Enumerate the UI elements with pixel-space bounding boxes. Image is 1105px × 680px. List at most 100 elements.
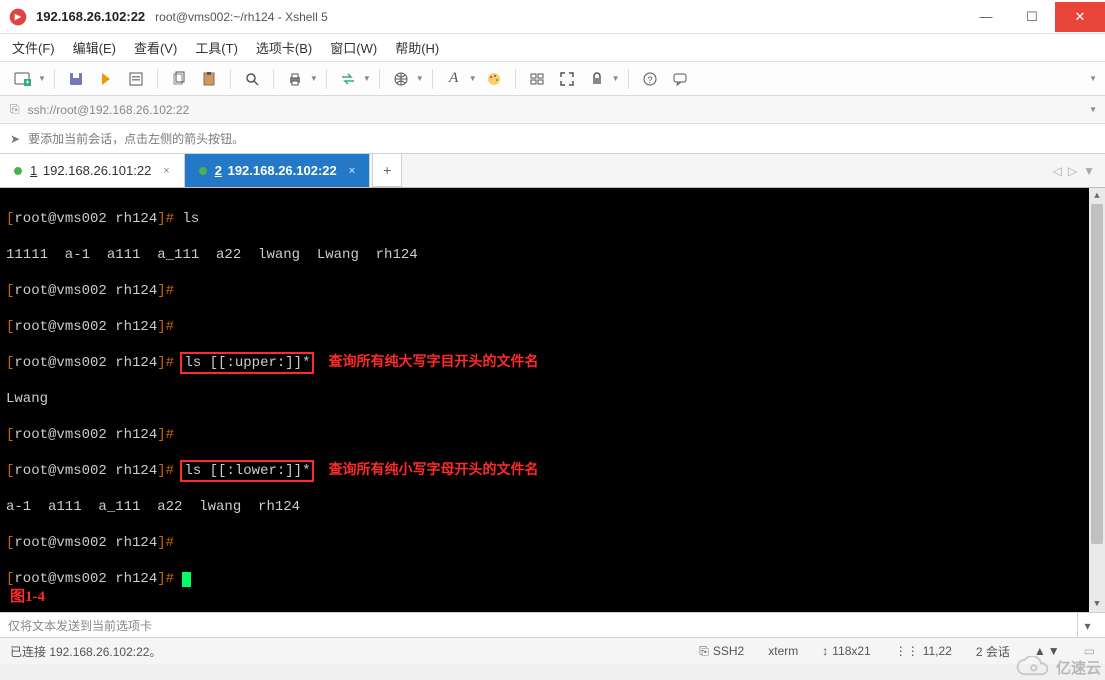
status-size: ↕ 118x21 <box>822 644 870 658</box>
highlighted-command: ls [[:lower:]]* <box>182 462 312 480</box>
figure-label: 图1-4 <box>10 588 45 606</box>
lock-icon[interactable] <box>584 66 610 92</box>
tab-index: 2 <box>215 163 222 178</box>
tab-label: 192.168.26.101:22 <box>43 163 151 178</box>
dropdown-icon[interactable]: ▼ <box>469 74 477 83</box>
transfer-icon[interactable] <box>335 66 361 92</box>
address-url[interactable]: ssh://root@192.168.26.102:22 <box>28 103 190 117</box>
title-bar: 192.168.26.102:22 root@vms002:~/rh124 - … <box>0 0 1105 34</box>
tab-bar: 1 192.168.26.101:22 × 2 192.168.26.102:2… <box>0 154 1105 188</box>
prompt: root@vms002 rh124 <box>14 211 157 227</box>
dropdown-icon[interactable]: ▼ <box>38 74 46 83</box>
tab-next-icon[interactable]: ▷ <box>1068 164 1077 178</box>
menu-file[interactable]: 文件(F) <box>12 38 55 57</box>
status-up-icon[interactable]: ▲ <box>1034 644 1046 658</box>
dropdown-icon[interactable]: ▼ <box>363 74 371 83</box>
scrollbar[interactable]: ▲ ▼ <box>1089 188 1105 612</box>
menu-view[interactable]: 查看(V) <box>134 38 177 57</box>
addressbar-overflow-icon[interactable]: ▼ <box>1089 105 1097 114</box>
maximize-button[interactable]: ☐ <box>1009 2 1055 32</box>
send-placeholder: 仅将文本发送到当前选项卡 <box>8 617 152 634</box>
svg-text:?: ? <box>647 75 652 85</box>
status-protocol: ⎘ SSH2 <box>699 644 744 659</box>
paste-icon[interactable] <box>196 66 222 92</box>
separator <box>273 69 274 89</box>
tab-label: 192.168.26.102:22 <box>228 163 337 178</box>
terminal[interactable]: [root@vms002 rh124]# ls 11111 a-1 a111 a… <box>0 188 1105 612</box>
print-icon[interactable] <box>282 66 308 92</box>
session-tab-2[interactable]: 2 192.168.26.102:22 × <box>185 154 370 187</box>
status-dot-icon <box>199 167 207 175</box>
scroll-down-icon[interactable]: ▼ <box>1089 596 1105 612</box>
tab-list-icon[interactable]: ▼ <box>1083 164 1095 178</box>
copy-icon[interactable] <box>166 66 192 92</box>
search-icon[interactable] <box>239 66 265 92</box>
reconnect-icon[interactable] <box>93 66 119 92</box>
tab-close-icon[interactable]: × <box>163 165 169 177</box>
separator <box>628 69 629 89</box>
send-target-dropdown[interactable]: ▾ <box>1077 613 1097 637</box>
send-bar[interactable]: 仅将文本发送到当前选项卡 ▾ <box>0 612 1105 638</box>
sessions-icon[interactable] <box>524 66 550 92</box>
address-bar: ⎘ ssh://root@192.168.26.102:22 ▼ <box>0 96 1105 124</box>
tab-close-icon[interactable]: × <box>349 165 355 177</box>
status-dot-icon <box>14 167 22 175</box>
toolbar-overflow-icon[interactable]: ▼ <box>1089 74 1097 83</box>
status-term: xterm <box>768 644 798 658</box>
dropdown-icon[interactable]: ▼ <box>612 74 620 83</box>
status-down-icon[interactable]: ▼ <box>1048 644 1060 658</box>
disk-icon[interactable] <box>63 66 89 92</box>
scroll-thumb[interactable] <box>1091 204 1103 544</box>
status-nav: ▲ ▼ <box>1034 644 1060 658</box>
hint-bar: ➤ 要添加当前会话，点击左侧的箭头按钮。 <box>0 124 1105 154</box>
output-line: a-1 a111 a_111 a22 lwang rh124 <box>6 498 1099 516</box>
status-bar: 已连接 192.168.26.102:22。 ⎘ SSH2 xterm ↕ 11… <box>0 638 1105 664</box>
new-terminal-icon[interactable] <box>10 66 36 92</box>
output-line: Lwang <box>6 390 1099 408</box>
properties-icon[interactable] <box>123 66 149 92</box>
window-subtitle: root@vms002:~/rh124 - Xshell 5 <box>155 10 328 24</box>
dropdown-icon[interactable]: ▼ <box>416 74 424 83</box>
globe-icon[interactable] <box>388 66 414 92</box>
fullscreen-icon[interactable] <box>554 66 580 92</box>
font-icon[interactable]: A <box>441 66 467 92</box>
scroll-up-icon[interactable]: ▲ <box>1089 188 1105 204</box>
add-session-arrow-icon[interactable]: ➤ <box>10 132 20 146</box>
annotation: 查询所有纯小写字母开头的文件名 <box>328 463 538 478</box>
close-button[interactable]: ✕ <box>1055 2 1105 32</box>
new-tab-button[interactable]: + <box>372 154 402 187</box>
menu-bar: 文件(F) 编辑(E) 查看(V) 工具(T) 选项卡(B) 窗口(W) 帮助(… <box>0 34 1105 62</box>
highlighted-command: ls [[:upper:]]* <box>182 354 312 372</box>
session-tab-1[interactable]: 1 192.168.26.101:22 × <box>0 154 185 187</box>
menu-help[interactable]: 帮助(H) <box>395 38 439 57</box>
toolbar: ▼ ▼ ▼ ▼ A▼ ▼ ? ▼ <box>0 62 1105 96</box>
app-icon <box>8 7 28 27</box>
separator <box>54 69 55 89</box>
status-sessions: 2 会话 <box>976 643 1010 660</box>
separator <box>379 69 380 89</box>
status-connected: 已连接 192.168.26.102:22。 <box>10 643 675 660</box>
separator <box>157 69 158 89</box>
separator <box>230 69 231 89</box>
session-link-icon: ⎘ <box>10 102 20 117</box>
status-cap-icon: ▭ <box>1084 644 1095 658</box>
output-line: 11111 a-1 a111 a_111 a22 lwang Lwang rh1… <box>6 246 1099 264</box>
menu-tabs[interactable]: 选项卡(B) <box>256 38 312 57</box>
tab-prev-icon[interactable]: ◁ <box>1053 164 1062 178</box>
tab-index: 1 <box>30 163 37 178</box>
help-icon[interactable]: ? <box>637 66 663 92</box>
window-controls: — ☐ ✕ <box>963 2 1105 32</box>
hint-text: 要添加当前会话，点击左侧的箭头按钮。 <box>28 130 244 147</box>
feedback-icon[interactable] <box>667 66 693 92</box>
separator <box>326 69 327 89</box>
palette-icon[interactable] <box>481 66 507 92</box>
dropdown-icon[interactable]: ▼ <box>310 74 318 83</box>
tab-nav: ◁ ▷ ▼ <box>1053 154 1105 187</box>
command: ls <box>182 211 199 227</box>
separator <box>432 69 433 89</box>
menu-window[interactable]: 窗口(W) <box>330 38 377 57</box>
minimize-button[interactable]: — <box>963 2 1009 32</box>
separator <box>515 69 516 89</box>
menu-tools[interactable]: 工具(T) <box>195 38 238 57</box>
menu-edit[interactable]: 编辑(E) <box>73 38 116 57</box>
